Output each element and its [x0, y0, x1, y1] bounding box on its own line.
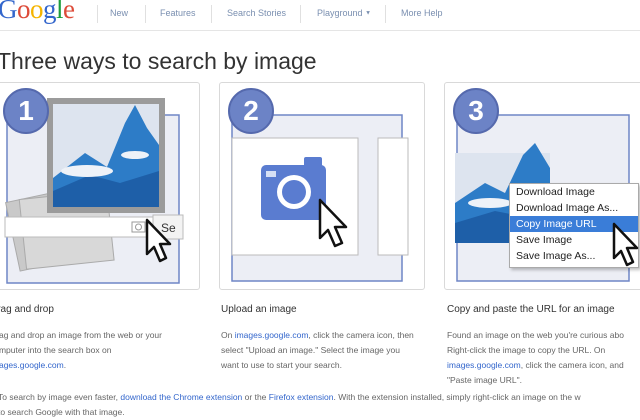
- search-button-label: Se: [161, 221, 176, 235]
- nav-item-new[interactable]: New: [110, 8, 128, 18]
- nav-item-label: Playground: [317, 8, 363, 18]
- pointer-overlay: [612, 222, 639, 267]
- step-title: Copy and paste the URL for an image: [447, 304, 615, 315]
- nav-divider: [97, 5, 98, 23]
- footer-note: To search by image even faster, download…: [0, 390, 581, 420]
- nav-divider: [211, 5, 212, 23]
- nav-item-features[interactable]: Features: [160, 8, 196, 18]
- logo-letter: g: [43, 0, 57, 24]
- nav-divider: [385, 5, 386, 23]
- step-description: Found an image on the web you're curious…: [447, 328, 624, 388]
- text-span: to search Google with that image.: [0, 407, 125, 417]
- text-span: , click the camera icon, then: [308, 330, 414, 340]
- nav-divider: [300, 5, 301, 23]
- text-line: want to use to start your search.: [221, 358, 414, 373]
- camera-icon[interactable]: [131, 221, 146, 233]
- logo-letter: e: [63, 0, 75, 24]
- text-line: Found an image on the web you're curious…: [447, 328, 624, 343]
- text-span: select "Upload an image." Select the ima…: [221, 345, 400, 355]
- text-line: "Paste image URL".: [447, 373, 624, 388]
- nav-item-more-help[interactable]: More Help: [401, 8, 443, 18]
- google-logo[interactable]: Google: [0, 0, 75, 25]
- mouse-pointer-icon: [612, 222, 639, 267]
- step-description: On images.google.com, click the camera i…: [221, 328, 414, 373]
- text-span: On: [221, 330, 235, 340]
- logo-letter: o: [30, 0, 44, 24]
- step-card-drag-and-drop: 1 Se: [0, 82, 200, 290]
- text-span: To search by image even faster,: [0, 392, 121, 402]
- inline-link[interactable]: images.google.com: [447, 360, 521, 370]
- text-line: select "Upload an image." Select the ima…: [221, 343, 414, 358]
- text-span: "Paste image URL".: [447, 375, 523, 385]
- logo-letter: G: [0, 0, 18, 24]
- text-line: computer into the search box on: [0, 343, 162, 358]
- top-bar: Google New Features Search Stories Playg…: [0, 0, 640, 31]
- step-description: Drag and drop an image from the web or y…: [0, 328, 162, 373]
- text-span: computer into the search box on: [0, 345, 112, 355]
- step-number-badge: 1: [3, 88, 49, 134]
- page-title: Three ways to search by image: [0, 48, 317, 74]
- text-span: . With the extension installed, simply r…: [333, 392, 581, 402]
- text-line: To search by image even faster, download…: [0, 390, 581, 405]
- mountain-photo: [47, 98, 165, 213]
- text-span: Found an image on the web you're curious…: [447, 330, 624, 340]
- caret-down-icon: ▼: [365, 10, 372, 17]
- text-line: to search Google with that image.: [0, 405, 581, 420]
- text-span: Drag and drop an image from the web or y…: [0, 330, 162, 340]
- inline-link[interactable]: images.google.com: [235, 330, 309, 340]
- logo-letter: l: [56, 0, 64, 24]
- nav-divider: [145, 5, 146, 23]
- step-number-badge: 3: [453, 88, 499, 134]
- inline-link[interactable]: download the Chrome extension: [120, 392, 242, 402]
- step-title: Drag and drop: [0, 304, 54, 315]
- upload-dialog-side: [377, 137, 409, 256]
- text-line: Drag and drop an image from the web or y…: [0, 328, 162, 343]
- camera-icon[interactable]: [261, 157, 326, 220]
- inline-link[interactable]: Firefox extension: [269, 392, 334, 402]
- text-span: or the: [242, 392, 269, 402]
- text-line: images.google.com, click the camera icon…: [447, 358, 624, 373]
- nav-item-search-stories[interactable]: Search Stories: [227, 8, 286, 18]
- step-card-upload-an-image: 2: [219, 82, 425, 290]
- nav-item-playground[interactable]: Playground ▼: [317, 8, 371, 18]
- menu-item-download-image[interactable]: Download Image: [510, 184, 638, 200]
- logo-letter: o: [17, 0, 31, 24]
- menu-item-download-image-as[interactable]: Download Image As...: [510, 200, 638, 216]
- text-span: Right-click the image to copy the URL. O…: [447, 345, 606, 355]
- text-span: .: [63, 360, 67, 370]
- text-line: Right-click the image to copy the URL. O…: [447, 343, 624, 358]
- text-line: On images.google.com, click the camera i…: [221, 328, 414, 343]
- inline-link[interactable]: images.google.com: [0, 360, 64, 370]
- text-span: want to use to start your search.: [221, 360, 342, 370]
- step-title: Upload an image: [221, 304, 297, 315]
- text-line: images.google.com.: [0, 358, 162, 373]
- step-number-badge: 2: [228, 88, 274, 134]
- text-span: , click the camera icon, and: [520, 360, 624, 370]
